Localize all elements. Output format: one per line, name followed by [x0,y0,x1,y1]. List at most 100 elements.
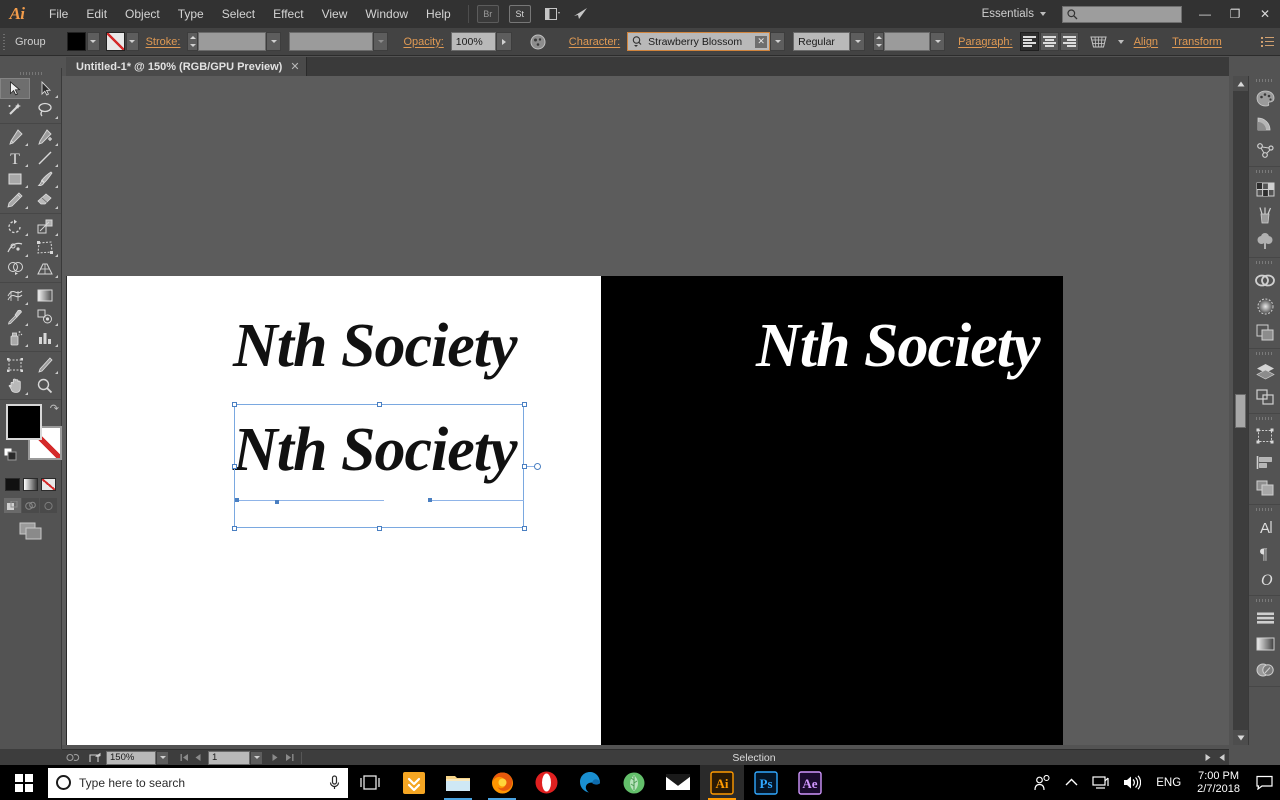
color-swatch-button[interactable] [5,478,20,491]
envelope-dropdown-icon[interactable] [1115,32,1127,51]
arrange-documents-icon[interactable] [541,5,565,23]
pathfinder-panel-icon[interactable] [1249,475,1280,501]
share-on-behance-icon[interactable] [569,5,593,23]
menu-window[interactable]: Window [356,3,417,25]
hand-tool[interactable] [0,375,30,396]
selection-tool[interactable] [0,78,30,99]
artwork-text-top[interactable]: Nth Society [233,311,517,382]
perspective-grid-tool[interactable] [30,258,60,279]
stroke-swatch[interactable] [105,32,125,51]
network-icon[interactable] [1085,775,1116,790]
microsoft-edge-button[interactable] [568,765,612,800]
appearance-panel-icon[interactable] [1249,605,1280,631]
workspace-switcher[interactable]: Essentials [974,8,1054,20]
zoom-level-field[interactable]: 150% [106,750,156,765]
paragraph-label[interactable]: Paragraph: [951,36,1019,48]
font-size-stepper[interactable] [873,32,885,51]
lasso-tool[interactable] [30,99,60,120]
preflight-icon[interactable] [62,750,84,766]
width-tool[interactable] [0,237,30,258]
recolor-artwork-icon[interactable] [526,33,550,51]
line-segment-tool[interactable] [30,147,60,168]
task-view-button[interactable] [348,765,392,800]
fill-dropdown-icon[interactable] [86,32,100,51]
menu-file[interactable]: File [40,3,77,25]
menu-object[interactable]: Object [116,3,169,25]
default-fill-stroke-icon[interactable] [3,447,17,461]
dock-grip-7[interactable] [1249,596,1280,605]
text-anchor-point-3[interactable] [428,498,432,502]
artboard-dropdown-icon[interactable] [250,750,263,765]
opera-button[interactable] [524,765,568,800]
zoom-dropdown-icon[interactable] [156,750,169,765]
stroke-profile-field[interactable] [289,32,374,51]
minimize-button[interactable]: — [1190,0,1220,28]
selection-handle-tl[interactable] [231,401,237,407]
text-anchor-point-2[interactable] [275,500,279,504]
paragraph-panel-icon[interactable]: ¶ [1249,540,1280,566]
status-collapse-icon[interactable] [1215,751,1229,765]
dock-grip[interactable] [1249,76,1280,85]
stroke-profile-dropdown-icon[interactable] [373,32,389,51]
color-panel-icon[interactable] [1249,85,1280,111]
adobe-illustrator-button[interactable]: Ai [700,765,744,800]
recolor-artwork-panel-icon[interactable] [1249,137,1280,163]
graphic-styles-panel-icon[interactable] [1249,631,1280,657]
align-right-button[interactable] [1059,32,1079,51]
opacity-control[interactable]: 100% [450,32,512,51]
eyedropper-tool[interactable] [0,306,30,327]
font-size-dropdown-icon[interactable] [930,32,946,51]
font-size-control[interactable] [873,32,946,51]
restore-button[interactable]: ❐ [1220,0,1250,28]
character-panel-icon[interactable]: A [1249,514,1280,540]
character-label[interactable]: Character: [562,36,627,48]
align-left-button[interactable] [1019,32,1039,51]
add-anchor-point-tool[interactable] [30,126,60,147]
font-size-field[interactable] [884,32,931,51]
adobe-after-effects-button[interactable]: Ae [788,765,832,800]
text-anchor-point[interactable] [235,498,239,502]
clock[interactable]: 7:00 PM 2/7/2018 [1189,770,1248,796]
taskbar-search-box[interactable]: Type here to search [48,767,348,798]
font-style-control[interactable]: Regular [793,32,866,51]
stroke-label[interactable]: Stroke: [139,36,188,48]
font-family-dropdown-icon[interactable] [770,32,786,51]
scroll-down-button[interactable] [1233,730,1248,745]
glyphs-panel-icon[interactable]: O [1249,566,1280,592]
font-style-field[interactable]: Regular [793,32,851,51]
close-button[interactable]: ✕ [1250,0,1280,28]
selection-handle-ml[interactable] [231,463,237,469]
vertical-scroll-thumb[interactable] [1235,394,1246,428]
pencil-tool[interactable] [0,189,30,210]
blend-tool[interactable] [30,306,60,327]
paintbrush-tool[interactable] [30,168,60,189]
next-artboard-button[interactable] [268,751,282,765]
menu-type[interactable]: Type [169,3,213,25]
transform-panel-link[interactable]: Transform [1165,36,1229,48]
scroll-up-button[interactable] [1233,76,1248,91]
type-tool[interactable]: T [0,147,30,168]
artboard-number-field[interactable]: 1 [208,750,250,765]
align-panel-icon[interactable] [1249,449,1280,475]
previous-artboard-button[interactable] [191,751,205,765]
tools-panel-grip[interactable] [0,68,61,76]
language-indicator[interactable]: ENG [1148,777,1189,789]
draw-behind-button[interactable] [22,498,39,513]
swatches-panel-icon[interactable] [1249,176,1280,202]
stroke-dropdown-icon[interactable] [125,32,139,51]
adobe-stock-button[interactable]: St [508,5,531,23]
stroke-weight-dropdown-icon[interactable] [266,32,282,51]
layers-panel-icon[interactable] [1249,358,1280,384]
fill-color-control[interactable] [66,32,100,51]
gradient-swatch-button[interactable] [23,478,38,491]
menu-edit[interactable]: Edit [77,3,116,25]
control-bar-grip[interactable] [0,28,8,56]
mesh-tool[interactable] [0,285,30,306]
transform-panel-icon[interactable] [1249,423,1280,449]
document-tab[interactable]: Untitled-1* @ 150% (RGB/GPU Preview) ✕ [66,57,307,76]
brushes-panel-icon[interactable] [1249,202,1280,228]
stroke-weight-control[interactable] [187,32,282,51]
downloads-app-button[interactable] [392,765,436,800]
stroke-weight-stepper[interactable] [187,32,199,51]
meet-now-icon[interactable] [1027,774,1058,791]
